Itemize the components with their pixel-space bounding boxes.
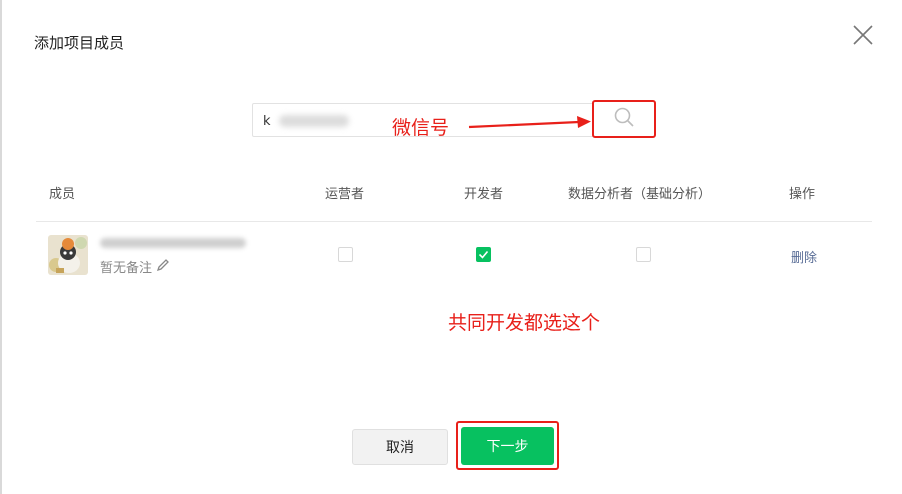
redacted-text — [279, 115, 349, 127]
cancel-button[interactable]: 取消 — [352, 429, 448, 465]
column-header-member: 成员 — [49, 187, 76, 202]
column-header-analyst: 数据分析者（基础分析） — [568, 187, 712, 202]
next-step-button[interactable]: 下一步 — [461, 427, 554, 465]
remark-text: 暂无备注 — [100, 261, 153, 276]
operator-checkbox[interactable] — [338, 247, 353, 262]
dialog-title: 添加项目成员 — [34, 34, 125, 52]
add-member-dialog: 添加项目成员 微信号 成员 运营者 开发者 数据分析者（基础分析） 操作 — [2, 0, 902, 494]
delete-member-link[interactable]: 删除 — [791, 247, 817, 266]
search-button[interactable] — [592, 100, 656, 138]
developer-checkbox[interactable] — [476, 247, 491, 262]
check-icon — [478, 250, 489, 259]
avatar — [48, 235, 88, 275]
member-remark[interactable]: 暂无备注 — [100, 257, 170, 276]
annotation-wechat-id: 微信号 — [392, 117, 450, 139]
annotation-select-developer: 共同开发都选这个 — [448, 312, 601, 334]
column-header-operator: 运营者 — [325, 187, 365, 202]
close-icon[interactable] — [852, 24, 874, 46]
annotation-arrow — [468, 116, 591, 129]
column-header-developer: 开发者 — [464, 187, 504, 202]
pencil-icon[interactable] — [156, 258, 170, 276]
table-divider — [36, 221, 872, 222]
column-header-action: 操作 — [789, 187, 816, 202]
analyst-checkbox[interactable] — [636, 247, 651, 262]
search-icon — [613, 106, 635, 132]
member-name-redacted — [100, 238, 246, 248]
